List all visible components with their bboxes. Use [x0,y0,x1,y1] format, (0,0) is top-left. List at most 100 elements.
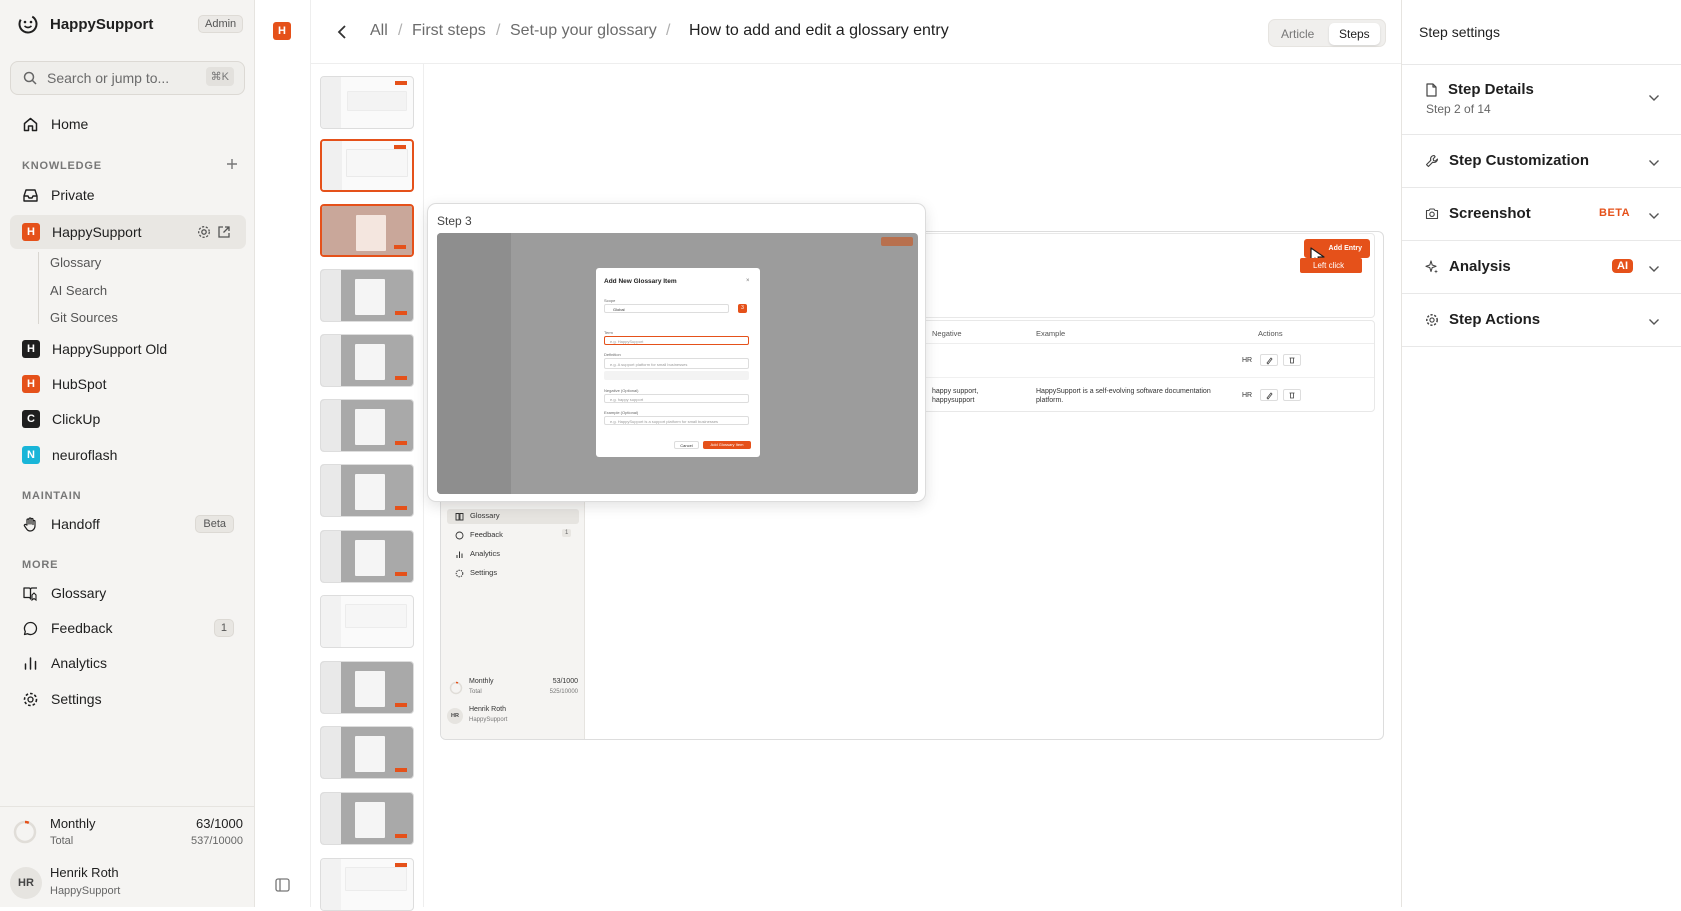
screenshot-usage-total-value: 525/10000 [549,689,578,695]
screenshot-nav-analytics: Analytics [470,549,501,558]
wrench-icon [1425,154,1439,168]
screenshot-nav-settings: Settings [470,568,498,577]
step-thumbnail[interactable] [320,464,414,517]
workspace-neuroflash[interactable]: N neuroflash [10,438,246,472]
cancel-button: Cancel [674,441,699,449]
page-title: How to add and edit a glossary entry [689,22,949,39]
step-thumbnail[interactable] [320,399,414,452]
gear-icon[interactable] [197,225,211,239]
modal-field-label: Scope [604,298,616,303]
chevron-down-icon [1648,265,1660,273]
nav-settings[interactable]: Settings [10,682,246,716]
nav-analytics[interactable]: Analytics [10,646,246,680]
accordion-step-details[interactable]: Step Details Step 2 of 14 [1402,65,1681,135]
chevron-down-icon [1648,212,1660,220]
workspace-h-icon[interactable]: H [273,22,291,40]
step-thumbnail[interactable] [320,76,414,129]
workspace-hubspot[interactable]: H HubSpot [10,367,246,401]
header: All / First steps / Set-up your glossary… [311,0,1401,64]
add-space-icon[interactable] [226,158,238,170]
external-link-icon[interactable] [217,225,231,239]
step-settings-panel: Step settings Step Details Step 2 of 14 … [1401,0,1681,907]
step-thumbnail[interactable] [320,661,414,714]
nav-feedback[interactable]: Feedback 1 [10,611,246,645]
search-input[interactable] [47,70,197,86]
modal-field-label: Example (Optional) [604,410,639,415]
trash-icon[interactable] [1283,354,1301,366]
nav-home-label: Home [51,116,89,132]
sub-item-glossary[interactable]: Glossary [50,255,101,270]
usage-ring-icon [449,681,463,695]
breadcrumb-glossary-setup[interactable]: Set-up your glossary [510,22,657,40]
more-section-label: MORE [22,559,59,571]
modal-title: Add New Glossary Item [604,278,677,285]
nav-glossary[interactable]: Glossary [10,576,246,610]
nav-feedback-label: Feedback [51,620,113,636]
step-canvas: Glossary Feedback 1 Analytics Settings M… [424,64,1401,907]
breadcrumb-first-steps[interactable]: First steps [412,22,486,40]
step-thumbnail[interactable] [320,334,414,387]
workspace-label: neuroflash [52,447,118,463]
workspace-n-icon: N [22,446,40,464]
panel-title: Step settings [1419,24,1500,40]
gear-icon [1425,313,1439,327]
modal-field-label: Term [604,330,613,335]
screenshot-user-org: HappySupport [469,717,508,723]
pencil-icon[interactable] [1260,389,1278,401]
nav-private[interactable]: Private [10,178,246,212]
home-icon [22,116,39,133]
step-thumbnail[interactable] [320,792,414,845]
nav-handoff[interactable]: Handoff Beta [10,507,246,541]
search-box[interactable]: ⌘K [10,61,245,95]
screenshot-nav-feedback: Feedback [470,530,503,539]
tab-article[interactable]: Article [1271,23,1324,45]
definition-input: e.g. A support platform for small busine… [604,358,749,369]
modal-field-label: Definition [604,352,621,357]
accordion-analysis[interactable]: Analysis AI [1402,241,1681,294]
step-thumbnail[interactable] [320,726,414,779]
step-marker: 3 [738,304,747,313]
accordion-screenshot[interactable]: Screenshot BETA [1402,188,1681,241]
accordion-step-customization[interactable]: Step Customization [1402,135,1681,188]
workspace-happysupport[interactable]: H HappySupport [10,215,246,249]
back-chevron-icon[interactable] [337,24,347,40]
step-thumbnail[interactable] [320,595,414,648]
usage-ring-icon [13,820,37,844]
breadcrumb-all[interactable]: All [370,22,388,40]
chat-bubble-icon [455,531,464,540]
book-icon [455,512,464,521]
nav-home[interactable]: Home [10,107,246,141]
step-thumbnail[interactable] [320,139,414,192]
workspace-clickup[interactable]: C ClickUp [10,402,246,436]
usage-total-label: Total [50,835,74,847]
hand-icon [22,516,39,533]
sidebar-toggle-icon[interactable] [275,878,290,892]
step-thumbnail[interactable] [320,269,414,322]
step-preview-popover: Step 3 Add New Glossary Item × Scope Glo… [427,203,926,502]
breadcrumb-separator: / [398,22,403,39]
close-icon: × [746,278,750,284]
sub-item-git-sources[interactable]: Git Sources [50,310,118,325]
chat-bubble-icon [22,620,39,637]
step-thumbnail[interactable] [320,858,414,911]
accordion-label: Analysis [1449,258,1511,275]
user-name: Henrik Roth [50,865,119,880]
gear-icon [455,569,464,578]
workspace-label: HappySupport Old [52,341,168,357]
sub-item-ai-search[interactable]: AI Search [50,283,107,298]
brand[interactable]: HappySupport [18,12,153,36]
workspace-happysupport-old[interactable]: H HappySupport Old [10,332,246,366]
view-toggle: Article Steps [1268,19,1386,47]
trash-icon[interactable] [1283,389,1301,401]
nav-private-label: Private [51,187,95,203]
avatar[interactable]: HR [10,867,42,899]
role-badge: Admin [198,15,244,33]
accordion-step-actions[interactable]: Step Actions [1402,294,1681,347]
step-thumbnail[interactable] [320,530,414,583]
step-thumbnail[interactable] [320,204,414,257]
workspace-h-icon: H [22,375,40,393]
tab-steps[interactable]: Steps [1329,23,1380,45]
pencil-icon[interactable] [1260,354,1278,366]
breadcrumb-separator: / [496,22,501,39]
beta-badge: BETA [1599,207,1631,219]
